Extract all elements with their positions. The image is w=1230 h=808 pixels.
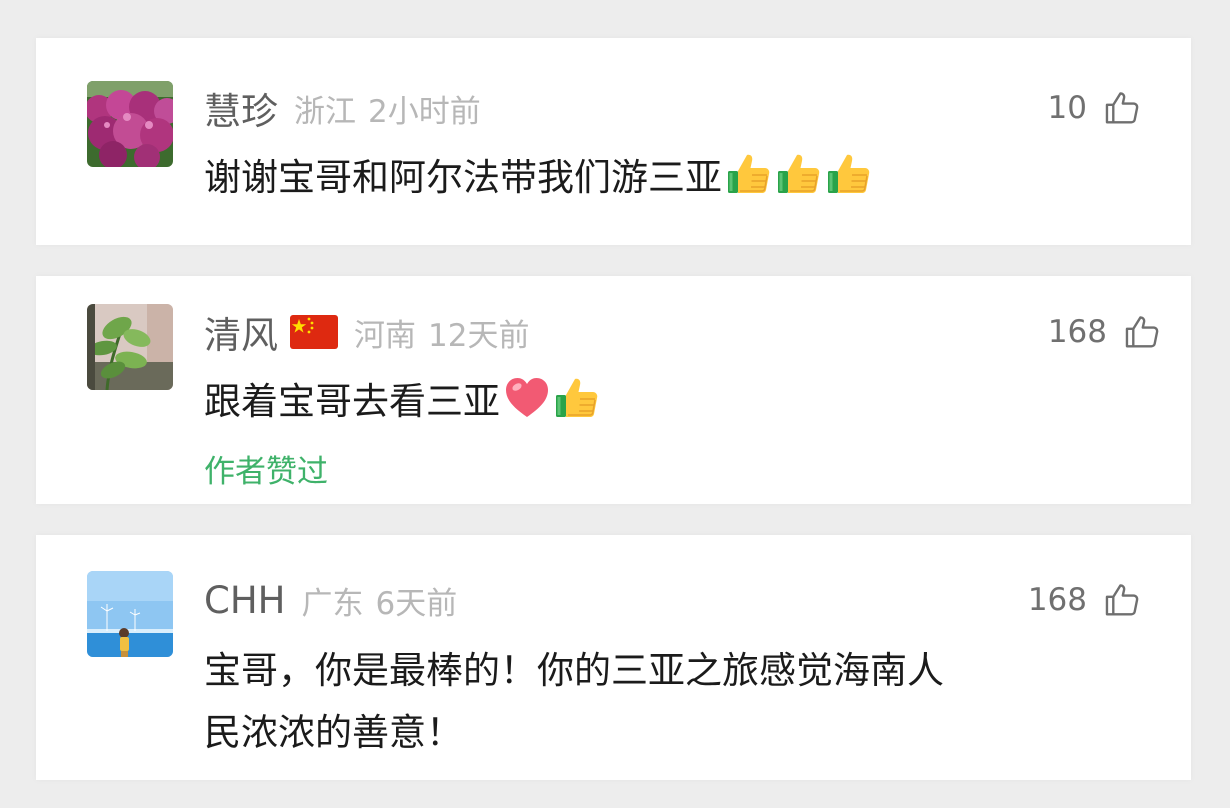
like-count: 168 (1027, 582, 1087, 618)
thumbs-up-icon[interactable] (1103, 581, 1141, 619)
user-location: 河南 (354, 317, 416, 354)
like-button[interactable]: 10 (1048, 83, 1141, 133)
comment-card: 清风 河南 12天前 168 跟着宝哥去看三亚 作者赞过 (36, 276, 1191, 504)
user-name[interactable]: 清风 (204, 305, 278, 359)
comment-text-content: 谢谢宝哥和阿尔法带我们游三亚 (204, 156, 722, 199)
comment-time: 2小时前 (368, 93, 481, 130)
comment-text: 谢谢宝哥和阿尔法带我们游三亚 (204, 147, 872, 209)
comment-text-line: 民浓浓的善意！ (204, 711, 463, 754)
comment-time: 12天前 (428, 317, 530, 354)
comment-text-line: 宝哥，你是最棒的！你的三亚之旅感觉海南人 (204, 649, 944, 692)
comment-text-content: 跟着宝哥去看三亚 (204, 380, 500, 423)
user-location: 浙江 (294, 93, 356, 130)
comment-card: 慧珍 浙江 2小时前 10 谢谢宝哥和阿尔法带我们游三亚 (36, 38, 1191, 245)
comment-card: CHH 广东 6天前 168 宝哥，你是最棒的！你的三亚之旅感觉海南人 民浓浓的… (36, 535, 1191, 780)
heart-emoji (504, 375, 550, 421)
avatar[interactable] (87, 304, 173, 390)
user-location: 广东 (301, 585, 364, 622)
user-name[interactable]: 慧珍 (204, 81, 278, 135)
thumbs-up-emoji (826, 151, 872, 197)
thumbs-up-emoji (554, 375, 600, 421)
author-liked-label: 作者赞过 (204, 454, 328, 490)
like-count: 10 (1047, 90, 1087, 126)
avatar[interactable] (87, 81, 173, 167)
thumbs-up-emoji (776, 151, 822, 197)
comment-meta: 慧珍 浙江 2小时前 (204, 83, 481, 133)
comment-text: 宝哥，你是最棒的！你的三亚之旅感觉海南人 民浓浓的善意！ (204, 640, 944, 764)
user-name[interactable]: CHH (204, 579, 285, 622)
avatar[interactable] (87, 571, 173, 657)
comment-text: 跟着宝哥去看三亚 (204, 371, 600, 433)
china-flag-icon (290, 315, 338, 349)
like-button[interactable]: 168 (1028, 575, 1141, 625)
thumbs-up-icon[interactable] (1103, 89, 1141, 127)
comment-time: 6天前 (375, 585, 458, 622)
comment-meta: 清风 河南 12天前 (204, 307, 529, 357)
like-button[interactable]: 168 (1048, 307, 1161, 357)
like-count: 168 (1047, 314, 1107, 350)
thumbs-up-emoji (726, 151, 772, 197)
thumbs-up-icon[interactable] (1123, 313, 1161, 351)
comment-meta: CHH 广东 6天前 (204, 575, 457, 625)
